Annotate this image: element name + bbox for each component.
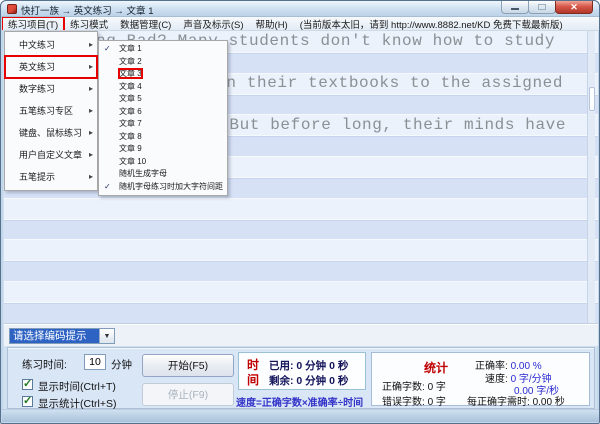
encoding-hint-row: 请选择编码提示 ▼ xyxy=(4,323,598,346)
time-char-bottom: 间 xyxy=(247,371,259,388)
english-practice-submenu: ✓文章 1 文章 2 文章 3 文章 4 文章 5 文章 6 文章 7 文章 8… xyxy=(98,40,228,196)
practice-time-input[interactable] xyxy=(84,354,106,370)
window-title: 快打一族 → 英文练习 → 文章 1 xyxy=(21,3,153,17)
time-remaining: 剩余: 0 分钟 0 秒 xyxy=(269,373,348,388)
menu-item-practice-project[interactable]: 练习项目(T) xyxy=(2,17,64,31)
menu-item-data-management[interactable]: 数据管理(C) xyxy=(114,17,177,31)
check-icon: ✓ xyxy=(104,181,111,194)
text-row xyxy=(4,239,598,260)
submenu-arrow-icon: ▸ xyxy=(89,166,93,188)
menu-item-english-practice[interactable]: 英文练习▸ xyxy=(5,56,97,78)
text-row xyxy=(4,281,598,302)
menu-item-keyboard-mouse[interactable]: 键盘、鼠标练习▸ xyxy=(5,122,97,144)
submenu-item-random-letters[interactable]: 随机生成字母 xyxy=(99,168,227,181)
encoding-hint-combobox[interactable]: 请选择编码提示 ▼ xyxy=(9,328,115,344)
menu-bar: 练习项目(T) 练习模式 数据管理(C) 声音及标示(S) 帮助(H) (当前版… xyxy=(2,17,600,31)
app-icon xyxy=(7,4,17,14)
stats-title: 统计 xyxy=(424,359,448,376)
submenu-item-article-7[interactable]: 文章 7 xyxy=(99,118,227,131)
practice-time-label: 练习时间: xyxy=(22,357,67,372)
minimize-button[interactable] xyxy=(501,1,529,14)
caption-buttons: ✕ xyxy=(502,1,593,14)
show-stats-checkbox[interactable]: ✓ xyxy=(22,396,33,407)
practice-project-menu: 中文练习▸ 英文练习▸ 数字练习▸ 五笔练习专区▸ 键盘、鼠标练习▸ 用户自定义… xyxy=(4,31,98,191)
submenu-arrow-icon: ▸ xyxy=(89,144,93,166)
correct-count-stat: 正确字数: 0 字 xyxy=(382,378,446,393)
input-row xyxy=(4,219,598,240)
submenu-item-article-9[interactable]: 文章 9 xyxy=(99,143,227,156)
submenu-item-article-1[interactable]: ✓文章 1 xyxy=(99,43,227,56)
stats-box: 统计 正确率: 0.00 % 速度: 0 字/分钟 0.00 字/秒 正确字数:… xyxy=(371,352,590,406)
submenu-item-article-10[interactable]: 文章 10 xyxy=(99,156,227,169)
submenu-arrow-icon: ▸ xyxy=(89,34,93,56)
maximize-icon xyxy=(538,4,546,10)
menu-item-practice-mode[interactable]: 练习模式 xyxy=(64,17,114,31)
menu-item-sound[interactable]: 声音及标示(S) xyxy=(177,17,249,31)
submenu-item-article-5[interactable]: 文章 5 xyxy=(99,93,227,106)
submenu-item-letter-spacing[interactable]: ✓随机字母练习时加大字符间距 xyxy=(99,181,227,194)
check-icon: ✓ xyxy=(23,394,32,407)
version-notice: (当前版本太旧，请到 http://www.8882.net/KD 免费下载最新… xyxy=(294,17,569,31)
submenu-item-article-6[interactable]: 文章 6 xyxy=(99,106,227,119)
title-bar[interactable]: 快打一族 → 英文练习 → 文章 1 ✕ xyxy=(1,1,599,17)
submenu-arrow-icon: ▸ xyxy=(89,122,93,144)
close-button[interactable]: ✕ xyxy=(555,1,593,14)
menu-item-help[interactable]: 帮助(H) xyxy=(250,17,294,31)
menu-item-wubi-zone[interactable]: 五笔练习专区▸ xyxy=(5,100,97,122)
minimize-icon xyxy=(511,8,519,10)
text-row xyxy=(4,198,598,219)
input-row xyxy=(4,302,598,323)
show-time-label: 显示时间(Ctrl+T) xyxy=(38,379,116,394)
start-button[interactable]: 开始(F5) xyxy=(142,354,234,377)
time-box: 时 间 已用: 0 分钟 0 秒 剩余: 0 分钟 0 秒 xyxy=(238,352,366,390)
input-row xyxy=(4,260,598,281)
menu-item-number-practice[interactable]: 数字练习▸ xyxy=(5,78,97,100)
encoding-hint-selected-value: 请选择编码提示 xyxy=(10,329,99,343)
chevron-down-icon: ▼ xyxy=(104,333,111,340)
window-bottom-border xyxy=(2,409,600,422)
combobox-dropdown-button[interactable]: ▼ xyxy=(99,329,114,343)
wrong-count-stat: 错误字数: 0 字 xyxy=(382,393,446,408)
submenu-arrow-icon: ▸ xyxy=(89,78,93,100)
check-icon: ✓ xyxy=(104,43,111,56)
submenu-arrow-icon: ▸ xyxy=(89,56,93,78)
per-char-time-stat: 每正确字需时: 0.00 秒 xyxy=(467,393,565,408)
scrollbar[interactable] xyxy=(587,31,595,323)
practice-time-unit: 分钟 xyxy=(111,357,132,372)
speed-formula: 速度=正确字数×准确率÷时间 xyxy=(236,394,363,409)
scrollbar-thumb[interactable] xyxy=(589,87,595,111)
control-panel: 练习时间: 分钟 ✓ 显示时间(Ctrl+T) ✓ 显示统计(Ctrl+S) 开… xyxy=(7,347,595,409)
show-time-checkbox[interactable]: ✓ xyxy=(22,379,33,390)
submenu-item-article-3[interactable]: 文章 3 xyxy=(99,68,227,81)
menu-item-wubi-hint[interactable]: 五笔提示▸ xyxy=(5,166,97,188)
submenu-item-article-2[interactable]: 文章 2 xyxy=(99,56,227,69)
stop-button: 停止(F9) xyxy=(142,383,234,406)
time-used: 已用: 0 分钟 0 秒 xyxy=(269,358,348,373)
check-icon: ✓ xyxy=(23,377,32,390)
menu-item-chinese-practice[interactable]: 中文练习▸ xyxy=(5,34,97,56)
maximize-button[interactable] xyxy=(528,1,556,14)
submenu-item-article-8[interactable]: 文章 8 xyxy=(99,131,227,144)
menu-item-custom-article[interactable]: 用户自定义文章▸ xyxy=(5,144,97,166)
app-window: 快打一族 → 英文练习 → 文章 1 ✕ 练习项目(T) 练习模式 数据管理(C… xyxy=(0,0,600,424)
submenu-item-article-4[interactable]: 文章 4 xyxy=(99,81,227,94)
submenu-arrow-icon: ▸ xyxy=(89,100,93,122)
close-icon: ✕ xyxy=(570,2,578,13)
